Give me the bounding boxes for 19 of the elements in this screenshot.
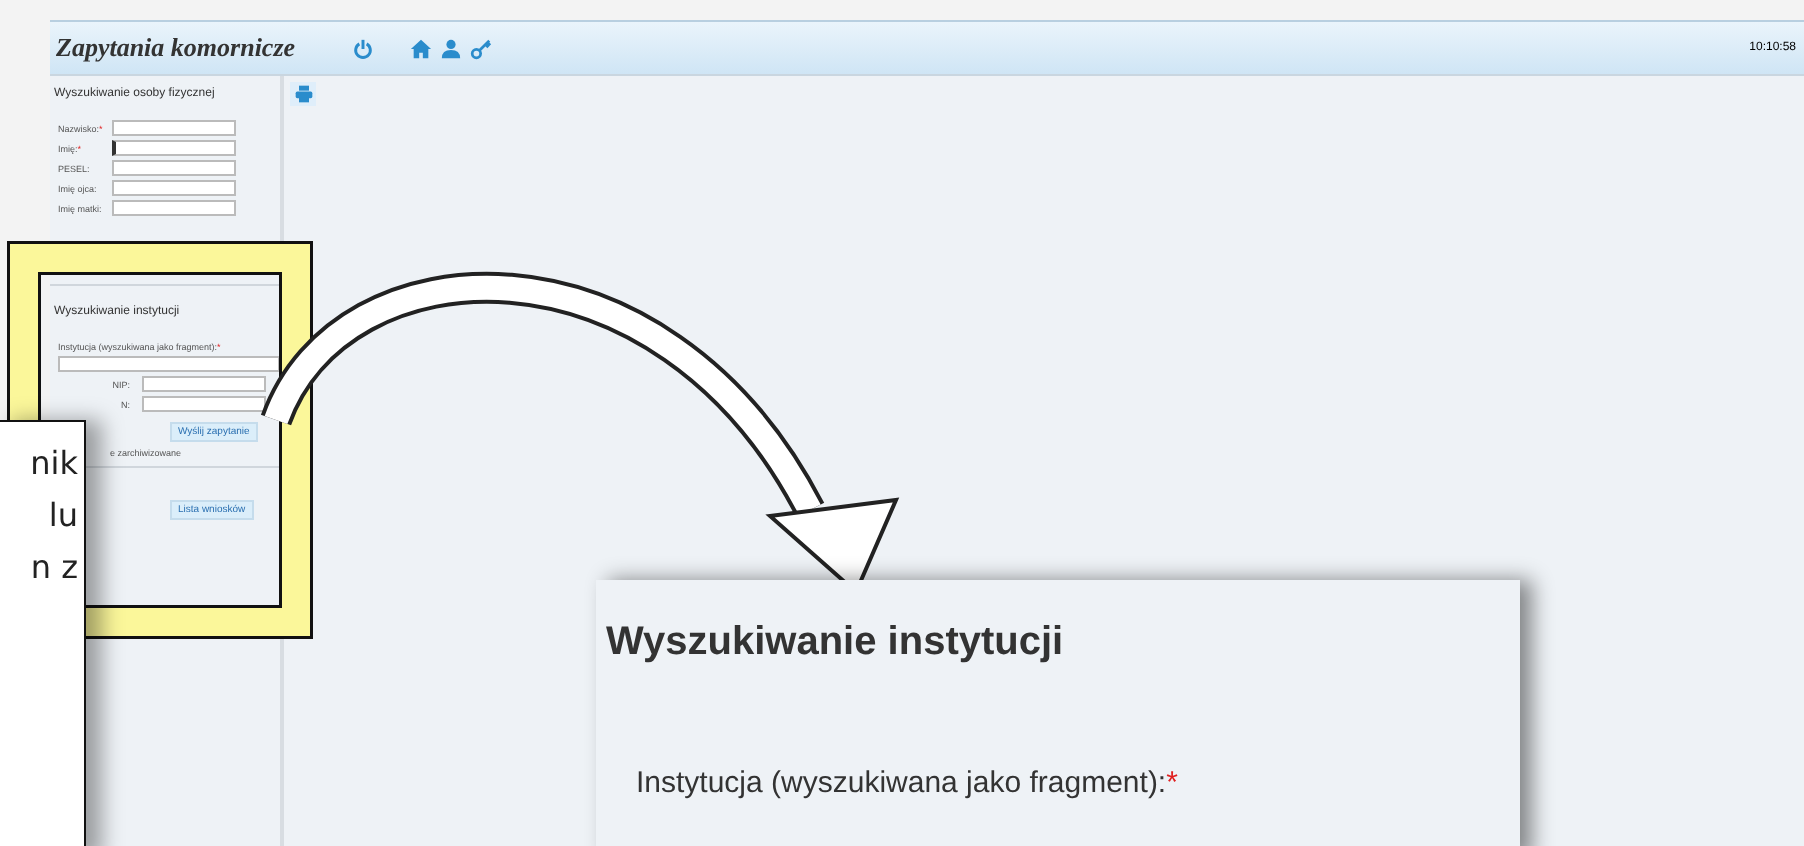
input-field[interactable] (112, 180, 236, 196)
user-icon[interactable] (440, 37, 462, 59)
callout-text: n z (30, 546, 78, 590)
key-icon[interactable] (470, 37, 492, 59)
field-label: Instytucja (wyszukiwana jako fragment):* (634, 764, 1180, 800)
input-field[interactable] (142, 396, 266, 412)
input-field[interactable] (142, 376, 266, 392)
print-button[interactable] (290, 82, 316, 106)
input-field[interactable] (112, 160, 236, 176)
callout-text: lu (48, 494, 78, 538)
input-field[interactable] (112, 140, 236, 156)
app-title: Zapytania komornicze (56, 32, 298, 64)
callout-text: nik (30, 442, 78, 486)
input-field[interactable] (112, 120, 236, 136)
input-field[interactable] (112, 200, 236, 216)
power-icon[interactable] (352, 37, 374, 59)
section-title: Wyszukiwanie instytucji (604, 618, 1066, 666)
input-field[interactable] (58, 356, 280, 372)
home-icon[interactable] (410, 37, 432, 59)
